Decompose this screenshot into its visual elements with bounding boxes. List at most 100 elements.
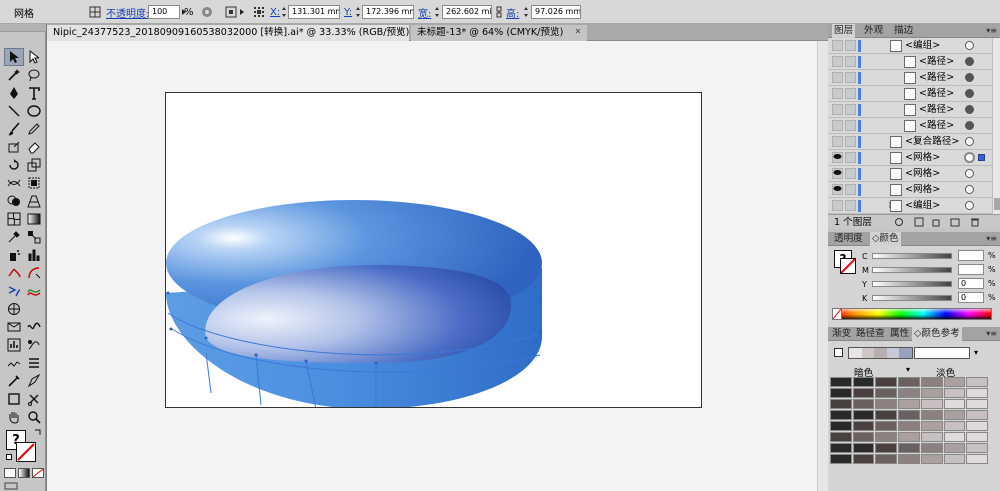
color-variation-swatch[interactable] [830,388,852,398]
color-variation-swatch[interactable] [898,443,920,453]
x-stepper-icon[interactable] [281,5,287,19]
mesh-tool-icon[interactable] [4,210,24,228]
bowl-mesh-artwork[interactable] [166,93,702,408]
hand-tool-icon[interactable] [4,408,24,426]
knife-tool-icon[interactable] [24,372,44,390]
layer-row[interactable]: <网格> [828,166,992,182]
tab-document-1[interactable]: Nipic_24377523_20180909160538032000 [转换]… [47,25,409,41]
target-circle-icon[interactable] [965,201,974,210]
layer-row[interactable]: <复合路径> [828,134,992,150]
color-variation-swatch[interactable] [966,410,988,420]
color-variation-swatch[interactable] [966,421,988,431]
tab-color[interactable]: ◇颜色 [870,232,901,246]
layer-row[interactable]: <路径> [828,118,992,134]
x-label[interactable]: X: [270,0,280,24]
layer-row[interactable]: ▷<编组> [828,198,992,214]
none-mode-icon[interactable] [32,468,44,478]
scale-tool-icon[interactable] [24,156,44,174]
measure-tool-icon[interactable] [4,372,24,390]
target-circle-icon[interactable] [965,105,974,114]
lock-toggle-icon[interactable] [845,88,856,99]
gradient-mode-icon[interactable] [18,468,30,478]
channel-value-field[interactable]: 0 [958,278,984,289]
panel-menu-icon[interactable]: ▾≡ [986,26,997,35]
channel-value-field[interactable]: 0 [958,292,984,303]
scissors-tool-icon[interactable] [24,390,44,408]
visibility-eye-icon[interactable] [832,152,843,163]
color-variation-swatch[interactable] [920,399,943,409]
color-variation-swatch[interactable] [966,443,988,453]
color-variation-swatch[interactable] [920,432,943,442]
color-variation-swatch[interactable] [875,432,898,442]
visibility-eye-icon[interactable] [832,72,843,83]
slice-tool-icon[interactable] [24,264,44,282]
tab-appearance[interactable]: 外观 [862,24,885,38]
color-variation-swatch[interactable] [920,410,943,420]
color-variation-swatch[interactable] [898,388,920,398]
color-spectrum[interactable] [832,308,992,320]
layer-row[interactable]: <编组> [828,38,992,54]
magic-wand-tool-icon[interactable] [4,66,24,84]
lock-toggle-icon[interactable] [845,120,856,131]
color-variation-swatch[interactable] [943,399,966,409]
reference-point-icon[interactable] [252,5,266,19]
y-stepper-icon[interactable] [355,5,361,19]
tools-panel-grip[interactable] [0,24,46,32]
set-base-color-icon[interactable] [834,348,843,357]
channel-value-field[interactable] [958,250,984,261]
default-colors-icon[interactable] [6,454,12,460]
align-dropdown-icon[interactable] [238,5,246,19]
symbol-tool-icon[interactable] [24,336,44,354]
color-variation-swatch[interactable] [943,454,966,464]
stroke-swatch-icon[interactable] [16,442,36,462]
color-variation-swatch[interactable] [920,388,943,398]
color-variation-swatch[interactable] [830,432,852,442]
tab-pathfinder[interactable]: 路径查 [854,327,887,341]
lock-toggle-icon[interactable] [845,152,856,163]
color-variation-swatch[interactable] [898,399,920,409]
layers-scroll-thumb[interactable] [994,198,1000,210]
visibility-eye-icon[interactable] [832,200,843,211]
height-stepper-icon[interactable] [523,5,529,19]
lock-toggle-icon[interactable] [845,168,856,179]
layer-row[interactable]: <网格> [828,182,992,198]
lock-toggle-icon[interactable] [845,104,856,115]
blend-tool-icon[interactable] [24,228,44,246]
channel-slider[interactable] [872,267,952,273]
tab-gradient[interactable]: 渐变 [830,327,853,341]
visibility-eye-icon[interactable] [832,184,843,195]
color-variation-swatch[interactable] [852,388,875,398]
width-field[interactable]: 262.602 mi [442,5,492,19]
visibility-eye-icon[interactable] [832,40,843,51]
align-icon[interactable] [224,5,238,19]
lock-toggle-icon[interactable] [845,40,856,51]
paintbrush-tool-icon[interactable] [4,120,24,138]
lock-toggle-icon[interactable] [845,200,856,211]
color-variation-swatch[interactable] [852,421,875,431]
color-variation-swatch[interactable] [920,421,943,431]
close-icon[interactable]: ✕ [395,27,405,37]
close-icon[interactable]: ✕ [573,27,583,37]
color-variation-swatch[interactable] [943,388,966,398]
recolor-icon[interactable] [200,5,214,19]
tab-attributes[interactable]: 属性 [888,327,911,341]
symbol-sprayer-tool-icon[interactable] [4,246,24,264]
target-selected-icon[interactable] [964,152,975,163]
visibility-eye-icon[interactable] [832,56,843,67]
target-circle-icon[interactable] [965,185,974,194]
width-stepper-icon[interactable] [434,5,440,19]
target-circle-icon[interactable] [965,137,974,146]
color-variation-swatch[interactable] [875,399,898,409]
width-label[interactable]: 宽: [418,0,431,24]
tab-layers[interactable]: 图层 [832,24,856,38]
blob-brush-tool-icon[interactable] [4,138,24,156]
height-label[interactable]: 高: [506,0,519,24]
color-variation-swatch[interactable] [852,410,875,420]
tab-stroke[interactable]: 描边 [892,24,915,38]
color-variation-swatch[interactable] [943,432,966,442]
harmony-strip[interactable] [848,347,913,359]
crosshair-tool-icon[interactable] [4,300,24,318]
color-variation-swatch[interactable] [898,432,920,442]
x-field[interactable]: 131.301 mm [288,5,340,19]
line-tool-icon[interactable] [4,102,24,120]
